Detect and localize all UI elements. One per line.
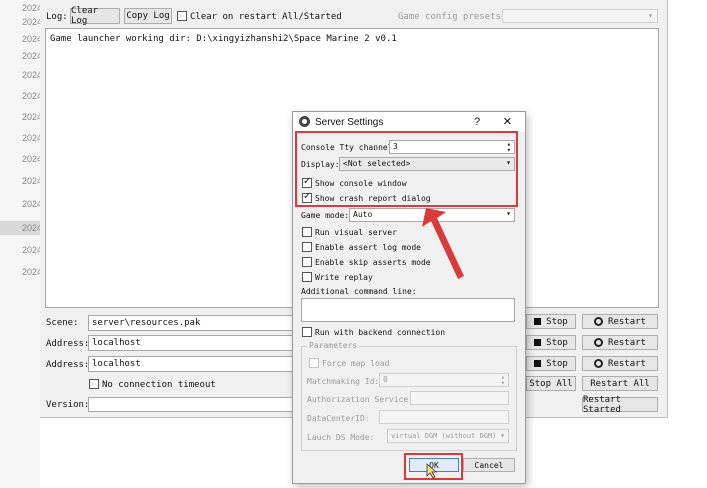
restart-icon	[594, 359, 604, 368]
restart-icon	[594, 317, 604, 326]
red-arrow-icon	[422, 208, 464, 279]
restart-label: Restart	[608, 358, 646, 369]
game-config-presets-label: Game config presets:	[398, 12, 507, 22]
chevron-down-icon: ▾	[506, 209, 511, 218]
restart-label: Restart	[608, 316, 646, 327]
address-input[interactable]: localhost	[88, 335, 296, 351]
run-with-backend-label: Run with backend connection	[315, 328, 446, 337]
highlight-box	[295, 131, 518, 207]
stop-icon	[534, 360, 542, 367]
enable-assert-log-checkbox[interactable]	[302, 242, 312, 252]
stop-button[interactable]: Stop	[526, 314, 576, 329]
authorization-service-label: Authorization Service:	[307, 395, 413, 404]
run-visual-server-checkbox[interactable]	[302, 227, 312, 237]
datacenter-id-label: DataCenterID:	[307, 414, 370, 423]
version-input[interactable]	[88, 397, 296, 412]
game-config-presets-select[interactable]: ▾	[502, 9, 658, 23]
dialog-titlebar: Server Settings ? ×	[293, 112, 525, 132]
cancel-button[interactable]: Cancel	[463, 458, 515, 472]
parameters-group-title: Parameters	[307, 341, 360, 350]
restart-button[interactable]: Restart	[582, 335, 658, 350]
launch-ds-mode-label: Lauch DS Mode:	[307, 433, 375, 442]
datacenter-id-input[interactable]	[379, 410, 509, 424]
enable-assert-log-label: Enable assert log mode	[315, 243, 421, 252]
game-mode-label: Game mode:	[301, 211, 350, 220]
gear-icon	[299, 116, 310, 127]
clear-on-restart-label: Clear on restart All/Started	[190, 12, 342, 22]
address-label: Address:	[46, 360, 90, 370]
enable-skip-asserts-checkbox[interactable]	[302, 257, 312, 267]
stop-button[interactable]: Stop	[526, 335, 576, 350]
run-with-backend-checkbox[interactable]	[302, 327, 312, 337]
force-map-load-label: Force map load	[322, 359, 390, 368]
restart-all-button[interactable]: Restart All	[582, 376, 658, 391]
clear-on-restart-checkbox[interactable]	[177, 11, 187, 21]
clear-log-button[interactable]: Clear Log	[70, 6, 120, 26]
restart-icon	[594, 338, 604, 347]
scene-label: Scene:	[46, 318, 79, 328]
chevron-down-icon: ▾	[648, 11, 653, 20]
address-input[interactable]: localhost	[88, 356, 296, 372]
stop-button[interactable]: Stop	[526, 356, 576, 371]
stop-all-button[interactable]: Stop All	[526, 376, 576, 391]
stop-icon	[534, 339, 542, 346]
restart-button[interactable]: Restart	[582, 314, 658, 329]
close-icon[interactable]: ×	[503, 113, 512, 130]
restart-button[interactable]: Restart	[582, 356, 658, 371]
scene-input[interactable]: server\resources.pak	[88, 315, 296, 331]
launch-ds-mode-value: virtual DGM (without DGM)	[391, 432, 497, 440]
version-label: Version:	[46, 400, 90, 410]
stop-label: Stop	[546, 316, 568, 327]
no-connection-timeout-checkbox[interactable]	[89, 379, 99, 389]
address-label: Address:	[46, 339, 90, 349]
stop-icon	[534, 318, 542, 325]
dialog-title: Server Settings	[315, 117, 384, 128]
force-map-load-checkbox[interactable]	[309, 358, 319, 368]
run-visual-server-label: Run visual server	[315, 228, 397, 237]
stop-label: Stop	[546, 337, 568, 348]
chevron-down-icon: ▾	[500, 431, 505, 440]
stop-label: Stop	[546, 358, 568, 369]
launch-ds-mode-select[interactable]: virtual DGM (without DGM) ▾	[387, 429, 509, 443]
authorization-service-input[interactable]	[410, 391, 509, 405]
matchmaking-id-value: 0	[383, 375, 388, 384]
log-label: Log:	[46, 12, 68, 22]
matchmaking-id-label: Matchmaking Id:	[307, 377, 380, 386]
background-year-column: 2024 2024 2024 2024 2024 2024 2024 2024 …	[0, 0, 42, 488]
additional-command-line-input[interactable]	[301, 298, 515, 322]
game-mode-value: Auto	[353, 210, 373, 219]
cursor-icon	[426, 463, 438, 479]
help-icon[interactable]: ?	[474, 116, 480, 128]
write-replay-label: Write replay	[315, 273, 373, 282]
enable-skip-asserts-label: Enable skip asserts mode	[315, 258, 431, 267]
write-replay-checkbox[interactable]	[302, 272, 312, 282]
no-connection-timeout-label: No connection timeout	[102, 380, 216, 390]
restart-started-button[interactable]: Restart Started	[582, 395, 658, 415]
additional-command-line-label: Additional command line:	[301, 287, 417, 296]
restart-label: Restart	[608, 337, 646, 348]
matchmaking-id-spinbox[interactable]: 0 ▴ ▾	[379, 373, 509, 387]
spin-arrows-icon[interactable]: ▴ ▾	[501, 374, 505, 386]
copy-log-button[interactable]: Copy Log	[124, 8, 172, 24]
log-line: Game launcher working dir: D:\xingyizhan…	[50, 34, 397, 44]
